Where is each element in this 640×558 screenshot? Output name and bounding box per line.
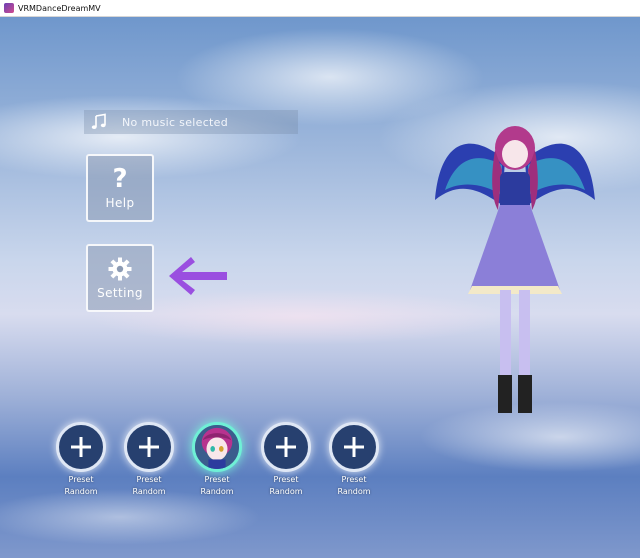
music-note-icon: [91, 113, 106, 129]
music-status: No music selected: [122, 115, 229, 129]
preset-label-line1: Preset: [136, 475, 162, 484]
preset-slot-3[interactable]: Preset Random: [187, 422, 247, 496]
preset-slot-2[interactable]: Preset Random: [119, 422, 179, 496]
preset-label-line1: Preset: [341, 475, 367, 484]
preset-label-line2: Random: [132, 487, 166, 496]
preset-slot-button[interactable]: [192, 422, 242, 472]
help-button[interactable]: ? Help: [86, 154, 154, 222]
plus-icon: [139, 437, 159, 457]
preset-label-line2: Random: [64, 487, 98, 496]
preset-label-line2: Random: [269, 487, 303, 496]
preset-slot-button[interactable]: [329, 422, 379, 472]
preset-slot-button[interactable]: [261, 422, 311, 472]
character-model: [435, 126, 595, 413]
arrow-left-icon: [169, 257, 227, 295]
app-icon: [4, 3, 14, 13]
preset-label-line2: Random: [200, 487, 234, 496]
plus-icon: [71, 437, 91, 457]
preset-slot-5[interactable]: Preset Random: [324, 422, 384, 496]
setting-label: Setting: [97, 286, 143, 300]
preset-slot-4[interactable]: Preset Random: [256, 422, 316, 496]
preset-label-line1: Preset: [68, 475, 94, 484]
plus-icon: [276, 437, 296, 457]
preset-slot-button[interactable]: [124, 422, 174, 472]
preset-label-line1: Preset: [204, 475, 230, 484]
preset-label-line2: Random: [337, 487, 371, 496]
dance-stage: No music selected ? Help Setting Preset …: [0, 17, 640, 558]
music-selector[interactable]: No music selected: [84, 110, 298, 134]
window-titlebar: VRMDanceDreamMV: [0, 0, 640, 17]
preset-label-line1: Preset: [273, 475, 299, 484]
preset-slot-button[interactable]: [56, 422, 106, 472]
plus-icon: [344, 437, 364, 457]
help-label: Help: [105, 196, 135, 210]
question-mark-icon: ?: [112, 164, 128, 194]
window-title: VRMDanceDreamMV: [18, 3, 101, 13]
setting-button[interactable]: Setting: [86, 244, 154, 312]
gear-icon: [108, 257, 132, 281]
preset-slot-1[interactable]: Preset Random: [51, 422, 111, 496]
character-avatar: [195, 425, 239, 469]
